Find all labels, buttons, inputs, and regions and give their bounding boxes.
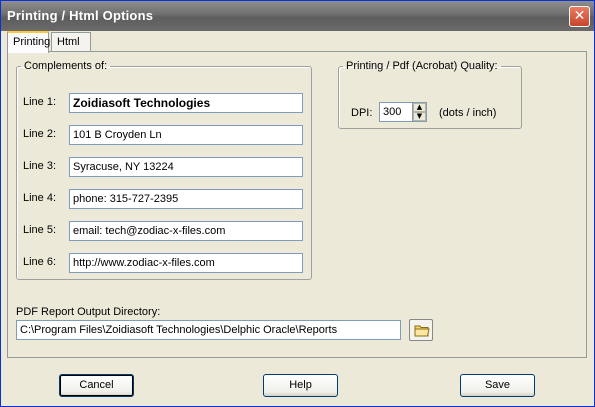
tab-html-label: Html <box>57 36 80 48</box>
save-button[interactable]: Save <box>460 374 535 397</box>
arrow-up-icon: ▲ <box>416 103 423 111</box>
line-4-field[interactable]: phone: 315-727-2395 <box>69 189 303 209</box>
line-5-label: Line 5: <box>23 224 57 236</box>
cancel-button-label: Cancel <box>79 379 114 391</box>
line-4-label: Line 4: <box>23 192 57 204</box>
pdf-quality-legend: Printing / Pdf (Acrobat) Quality: <box>346 60 498 72</box>
window-title: Printing / Html Options <box>7 8 154 23</box>
help-button-label: Help <box>289 379 312 391</box>
save-button-label: Save <box>484 379 511 391</box>
close-icon: ✕ <box>573 8 586 24</box>
line-2-field[interactable]: 101 B Croyden Ln <box>69 125 303 145</box>
browse-folder-button[interactable] <box>409 319 433 341</box>
line-1-field[interactable]: Zoidiasoft Technologies <box>69 93 303 113</box>
pdf-output-label: PDF Report Output Directory: <box>16 306 161 318</box>
arrow-down-icon: ▼ <box>416 112 423 120</box>
tab-printing-label: Printing <box>13 36 51 48</box>
line-2-label: Line 2: <box>23 128 57 140</box>
dpi-input[interactable]: 300 <box>379 102 413 122</box>
line-6-field[interactable]: http://www.zodiac-x-files.com <box>69 253 303 273</box>
complements-legend: Complements of: <box>24 60 108 72</box>
folder-icon <box>414 325 430 337</box>
dpi-units-label: (dots / inch) <box>439 107 497 119</box>
dpi-spinner: ▲ ▼ <box>413 102 427 122</box>
help-button[interactable]: Help <box>263 374 338 397</box>
printing-tab-panel: Complements of: Line 1: Zoidiasoft Techn… <box>7 51 587 358</box>
line-5-field[interactable]: email: tech@zodiac-x-files.com <box>69 221 303 241</box>
printing-options-dialog: Printing / Html Options ✕ Printing Html … <box>0 0 595 407</box>
spin-up-button[interactable]: ▲ <box>413 103 426 112</box>
spin-down-button[interactable]: ▼ <box>413 112 426 121</box>
line-1-label: Line 1: <box>23 96 57 108</box>
line-3-field[interactable]: Syracuse, NY 13224 <box>69 157 303 177</box>
pdf-quality-group: Printing / Pdf (Acrobat) Quality: DPI: 3… <box>338 60 522 129</box>
line-6-label: Line 6: <box>23 256 57 268</box>
line-3-label: Line 3: <box>23 160 57 172</box>
tab-printing[interactable]: Printing <box>7 31 51 53</box>
title-bar[interactable]: Printing / Html Options ✕ <box>1 1 594 31</box>
close-button[interactable]: ✕ <box>569 6 590 27</box>
complements-group: Complements of: Line 1: Zoidiasoft Techn… <box>16 60 312 280</box>
tab-html[interactable]: Html <box>51 32 91 52</box>
dpi-label: DPI: <box>351 107 373 119</box>
pdf-output-directory-field[interactable]: C:\Program Files\Zoidiasoft Technologies… <box>16 320 401 340</box>
cancel-button[interactable]: Cancel <box>59 374 134 397</box>
